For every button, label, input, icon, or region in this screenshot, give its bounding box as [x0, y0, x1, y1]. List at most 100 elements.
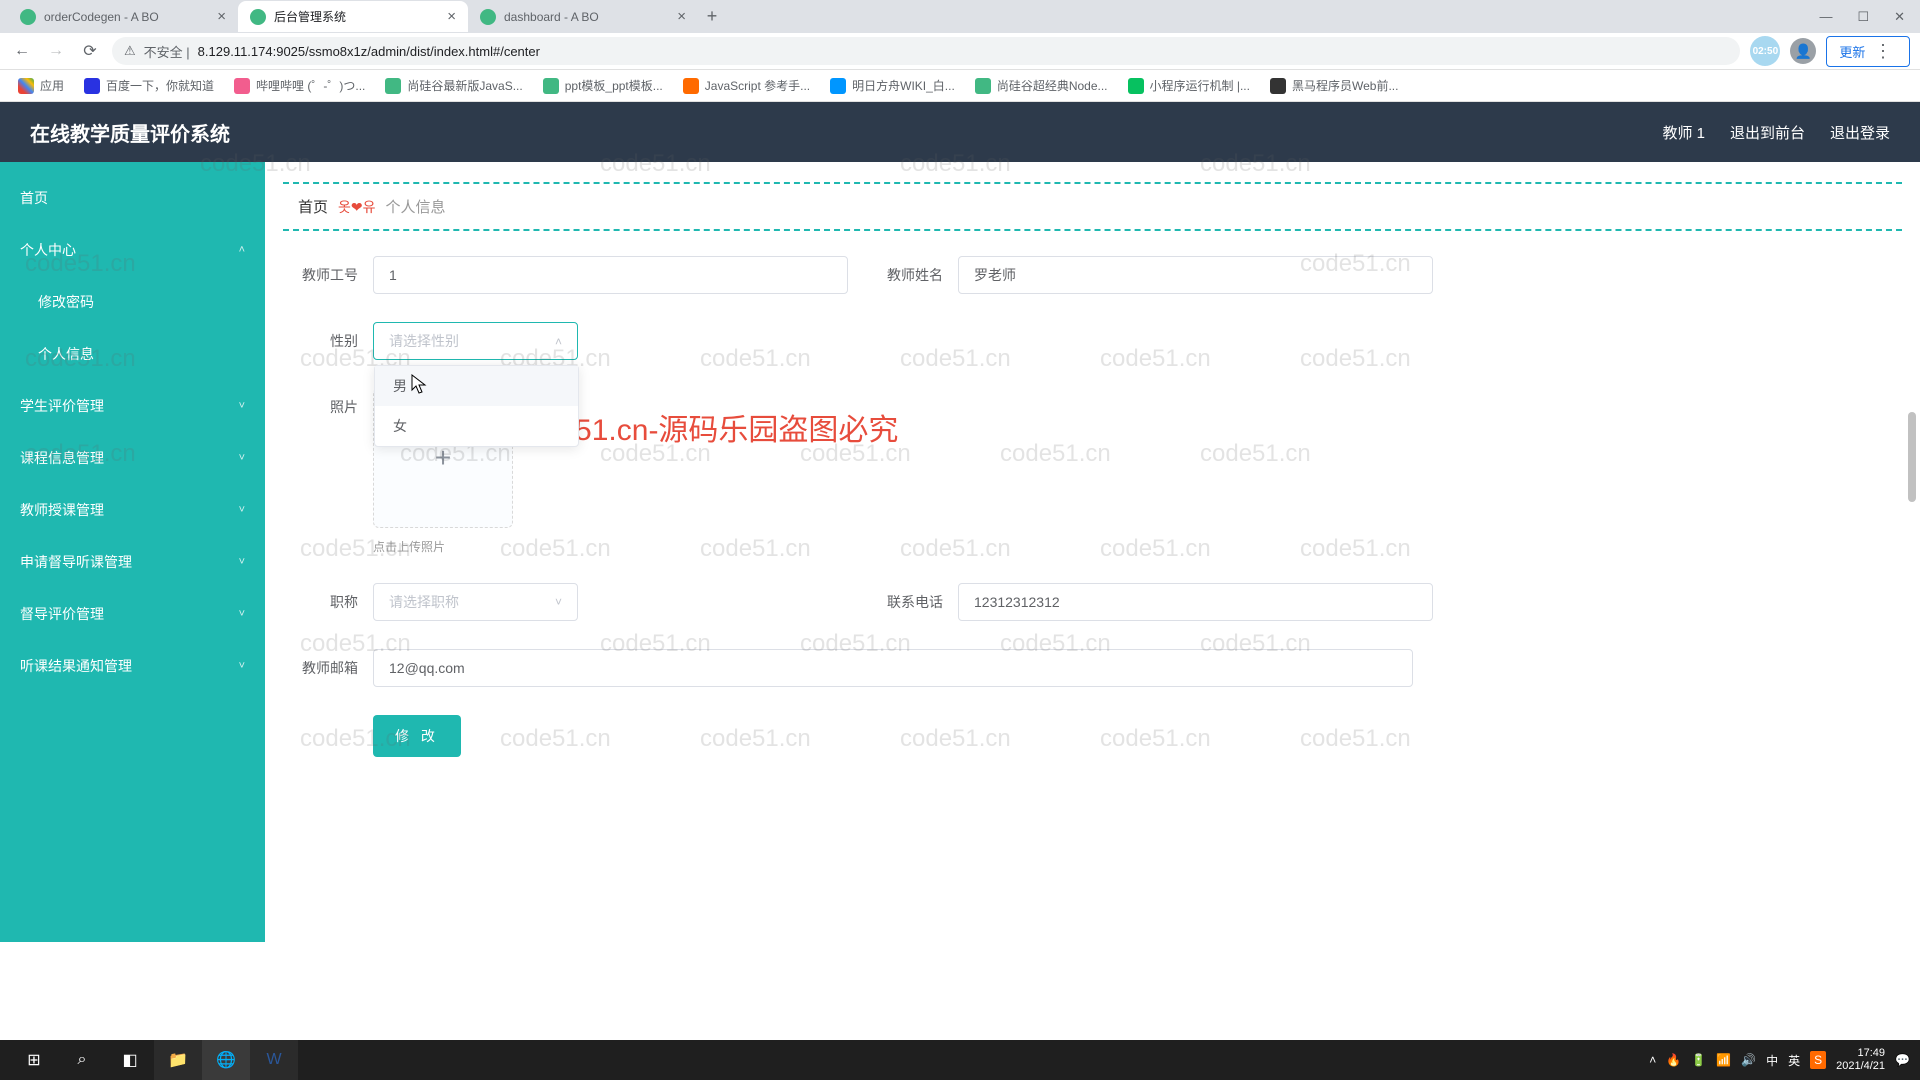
title-select[interactable]: 请选择职称 ˅: [373, 583, 578, 621]
tray-sogou-icon[interactable]: S: [1810, 1051, 1826, 1069]
forward-button[interactable]: →: [44, 39, 68, 63]
new-tab-button[interactable]: +: [698, 3, 726, 31]
app-header: 在线教学质量评价系统 教师 1 退出到前台 退出登录: [0, 102, 1920, 162]
breadcrumb: 首页 옷❤유 个人信息: [283, 182, 1902, 231]
teacher-name-input[interactable]: [958, 256, 1433, 294]
bookmark-item[interactable]: JavaScript 参考手...: [677, 77, 816, 94]
sidebar: 首页 个人中心˄ 修改密码 个人信息 学生评价管理˅ 课程信息管理˅ 教师授课管…: [0, 162, 265, 942]
teacher-id-input[interactable]: [373, 256, 848, 294]
chevron-down-icon: ˅: [239, 660, 245, 672]
cursor-icon: [411, 374, 429, 401]
bookmark-item[interactable]: 哔哩哔哩 (゜-゜)つ...: [228, 77, 371, 94]
email-label: 教师邮箱: [283, 649, 373, 687]
bookmark-apps[interactable]: 应用: [12, 77, 70, 94]
sidebar-item-audit-eval[interactable]: 督导评价管理˅: [0, 588, 265, 640]
gender-option-female[interactable]: 女: [375, 406, 578, 446]
search-button[interactable]: ⌕: [58, 1040, 106, 1080]
breadcrumb-current: 个人信息: [386, 196, 446, 217]
tray-icon[interactable]: 🔥: [1666, 1053, 1681, 1067]
user-label[interactable]: 教师 1: [1662, 122, 1705, 143]
tray-battery-icon[interactable]: 🔋: [1691, 1053, 1706, 1067]
gender-option-male[interactable]: 男: [375, 366, 578, 406]
tray-volume-icon[interactable]: 🔊: [1741, 1053, 1756, 1067]
taskbar: ⊞ ⌕ ◧ 📁 🌐 W ˄ 🔥 🔋 📶 🔊 中 英 S 17:49 2021/4…: [0, 1040, 1920, 1080]
email-input[interactable]: [373, 649, 1413, 687]
tray-chevron-icon[interactable]: ˄: [1649, 1053, 1656, 1067]
ime-indicator[interactable]: 中: [1766, 1052, 1778, 1069]
browser-tab[interactable]: 后台管理系统 ×: [238, 1, 468, 32]
task-view-button[interactable]: ◧: [106, 1040, 154, 1080]
chevron-down-icon: ˅: [555, 595, 562, 609]
submit-button[interactable]: 修 改: [373, 715, 461, 757]
back-button[interactable]: ←: [10, 39, 34, 63]
bookmark-icon: [683, 78, 699, 94]
time-badge: 02:50: [1750, 36, 1780, 66]
sidebar-item-home[interactable]: 首页: [0, 172, 265, 224]
favicon-icon: [480, 9, 496, 25]
url-prefix: 不安全 |: [144, 42, 190, 61]
bookmark-item[interactable]: 尚硅谷最新版JavaS...: [379, 77, 528, 94]
start-button[interactable]: ⊞: [10, 1040, 58, 1080]
bookmark-item[interactable]: 小程序运行机制 |...: [1122, 77, 1256, 94]
scrollbar-thumb[interactable]: [1908, 412, 1916, 502]
bookmark-icon: [385, 78, 401, 94]
favicon-icon: [20, 9, 36, 25]
url-text: 8.129.11.174:9025/ssmo8x1z/admin/dist/in…: [198, 44, 540, 59]
chevron-down-icon: ˅: [239, 452, 245, 464]
back-to-front-link[interactable]: 退出到前台: [1730, 122, 1805, 143]
sidebar-item-course[interactable]: 课程信息管理˅: [0, 432, 265, 484]
phone-label: 联系电话: [868, 583, 958, 621]
bookmark-item[interactable]: 百度一下，你就知道: [78, 77, 220, 94]
taskbar-clock[interactable]: 17:49 2021/4/21: [1836, 1047, 1885, 1073]
breadcrumb-home[interactable]: 首页: [298, 196, 328, 217]
bookmark-item[interactable]: 明日方舟WIKI_白...: [824, 77, 961, 94]
bookmark-icon: [1128, 78, 1144, 94]
gender-placeholder: 请选择性别: [389, 331, 459, 351]
notification-icon[interactable]: 💬: [1895, 1053, 1910, 1067]
close-icon[interactable]: ×: [677, 8, 686, 25]
chrome-icon[interactable]: 🌐: [202, 1040, 250, 1080]
sidebar-item-password[interactable]: 修改密码: [0, 276, 265, 328]
teacher-name-label: 教师姓名: [868, 256, 958, 294]
title-placeholder: 请选择职称: [389, 592, 459, 612]
address-bar[interactable]: ⚠ 不安全 | 8.129.11.174:9025/ssmo8x1z/admin…: [112, 37, 1740, 65]
tab-title: 后台管理系统: [274, 8, 346, 25]
sidebar-item-profile[interactable]: 个人信息: [0, 328, 265, 380]
close-icon[interactable]: ×: [447, 8, 456, 25]
title-label: 职称: [283, 583, 373, 621]
tab-title: dashboard - A BO: [504, 10, 599, 24]
browser-tab[interactable]: orderCodegen - A BO ×: [8, 1, 238, 32]
sidebar-item-student-eval[interactable]: 学生评价管理˅: [0, 380, 265, 432]
update-button[interactable]: 更新 ⋮: [1826, 36, 1910, 67]
ime-indicator[interactable]: 英: [1788, 1052, 1800, 1069]
bookmark-icon: [543, 78, 559, 94]
maximize-icon[interactable]: ☐: [1857, 9, 1869, 25]
browser-tab[interactable]: dashboard - A BO ×: [468, 1, 698, 32]
window-close-icon[interactable]: ✕: [1894, 9, 1905, 25]
profile-icon[interactable]: 👤: [1790, 38, 1816, 64]
chevron-down-icon: ˅: [239, 556, 245, 568]
browser-toolbar: ← → ⟳ ⚠ 不安全 | 8.129.11.174:9025/ssmo8x1z…: [0, 33, 1920, 70]
bookmark-item[interactable]: 黑马程序员Web前...: [1264, 77, 1404, 94]
sidebar-item-result-notify[interactable]: 听课结果通知管理˅: [0, 640, 265, 692]
word-icon[interactable]: W: [250, 1040, 298, 1080]
sidebar-item-personal[interactable]: 个人中心˄: [0, 224, 265, 276]
main-content: 首页 옷❤유 个人信息 教师工号 教师姓名 性别 请选择性别 ˅ 男: [265, 162, 1920, 942]
sidebar-item-apply-audit[interactable]: 申请督导听课管理˅: [0, 536, 265, 588]
close-icon[interactable]: ×: [217, 8, 226, 25]
reload-button[interactable]: ⟳: [78, 39, 102, 63]
minimize-icon[interactable]: —: [1819, 9, 1832, 25]
gender-dropdown: 男 女: [374, 365, 579, 447]
bookmark-icon: [830, 78, 846, 94]
bookmark-item[interactable]: 尚硅谷超经典Node...: [969, 77, 1114, 94]
logout-link[interactable]: 退出登录: [1830, 122, 1890, 143]
tray-wifi-icon[interactable]: 📶: [1716, 1053, 1731, 1067]
gender-select[interactable]: 请选择性别 ˅ 男 女: [373, 322, 578, 360]
bookmark-item[interactable]: ppt模板_ppt模板...: [537, 77, 669, 94]
gender-label: 性别: [283, 322, 373, 360]
chevron-up-icon: ˅: [555, 334, 562, 348]
favicon-icon: [250, 9, 266, 25]
phone-input[interactable]: [958, 583, 1433, 621]
explorer-icon[interactable]: 📁: [154, 1040, 202, 1080]
sidebar-item-teaching[interactable]: 教师授课管理˅: [0, 484, 265, 536]
